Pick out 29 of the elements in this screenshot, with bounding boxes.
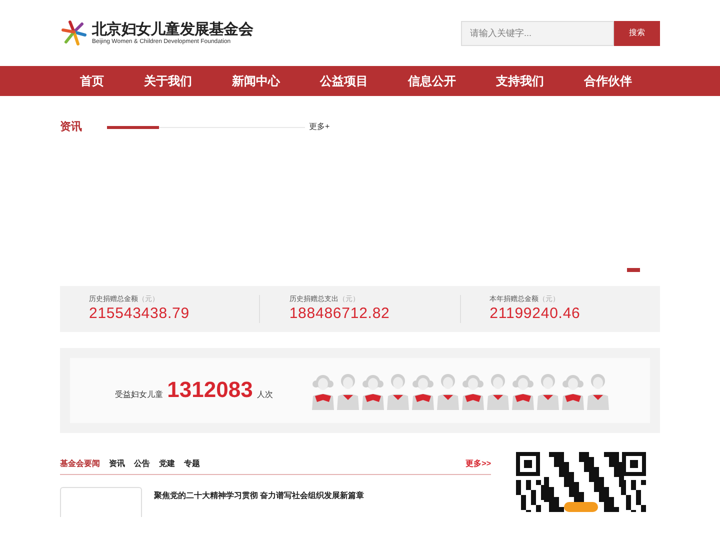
more-link[interactable]: 更多>> [466,458,491,470]
more-link[interactable]: 更多+ [309,121,330,134]
nav-link[interactable]: 新闻中心 [212,72,300,90]
nav-link[interactable]: 公益项目 [300,72,388,90]
beneficiary-count: 1312083 [167,379,253,401]
title-underline [107,126,159,129]
stat-value: 188486712.82 [289,306,391,321]
search-field[interactable]: 请输入关键字... [461,20,614,46]
beneficiary-label: 受益妇女儿童 [115,389,164,401]
news-tab[interactable]: 党建 [159,458,175,470]
section-title: 资讯 [60,120,83,135]
news-title[interactable]: 聚焦党的二十大精神学习贯彻 奋力谱写社会组织发展新篇章 [154,486,364,516]
qr-code-icon [516,452,646,512]
stat-value: 215543438.79 [89,306,190,321]
nav-link[interactable]: 关于我们 [124,72,212,90]
logo-flower-icon [60,19,88,47]
news-tab[interactable]: 专题 [184,458,200,470]
beneficiary-unit: 人次 [256,389,273,401]
search-button[interactable]: 搜索 [614,20,660,46]
slide-indicator[interactable] [627,268,640,272]
nav-link[interactable]: 支持我们 [476,72,564,90]
logo-title: 北京妇女儿童发展基金会 [92,22,253,36]
news-tab[interactable]: 基金会要闻 [60,458,100,470]
nav-link[interactable]: 信息公开 [388,72,476,90]
news-tab[interactable]: 公告 [134,458,150,470]
nav-link[interactable]: 合作伙伴 [564,72,652,90]
news-tab[interactable]: 资讯 [109,458,125,470]
nav-link[interactable]: 首页 [60,72,124,90]
stat-value: 21199240.46 [490,306,582,321]
